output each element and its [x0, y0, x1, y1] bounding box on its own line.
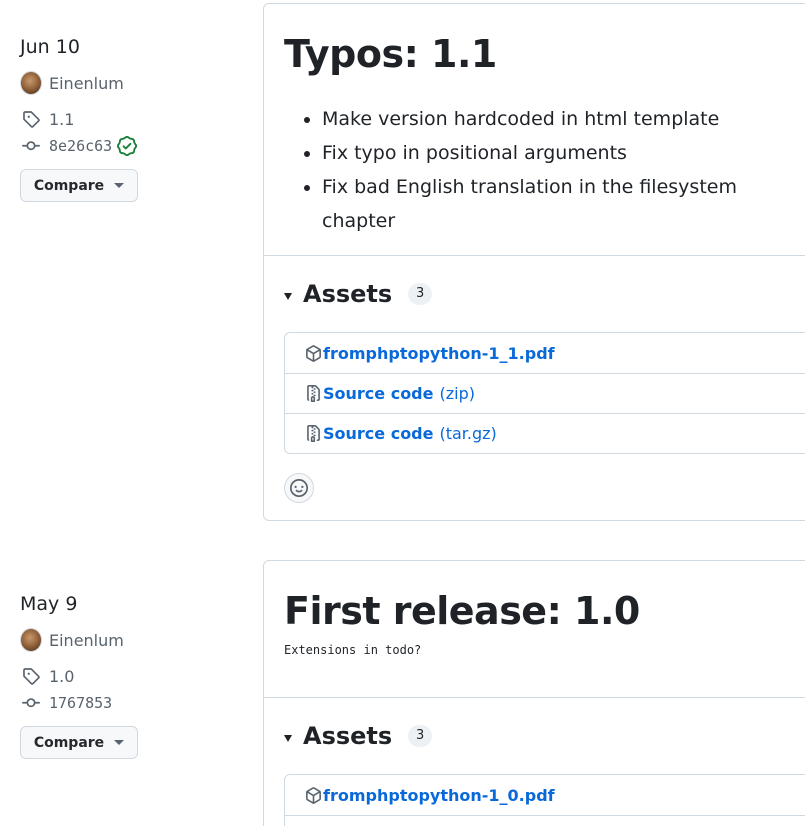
- compare-label: Compare: [33, 177, 105, 194]
- asset-list: fromphptopython-1_0.pdf: [284, 774, 805, 826]
- commit-hash[interactable]: 8e26c63: [49, 137, 112, 155]
- asset-link-zip[interactable]: Source code: [323, 384, 433, 403]
- author-link[interactable]: Einenlum: [20, 627, 240, 653]
- assets-toggle[interactable]: Assets 3: [284, 256, 802, 332]
- release-body: Typos: 1.1 Make version hardcoded in htm…: [264, 4, 805, 256]
- release-body: First release: 1.0 Extensions in todo?: [264, 561, 805, 698]
- list-item: Fix typo in positional arguments: [322, 136, 802, 170]
- asset-row: fromphptopython-1_0.pdf: [285, 775, 805, 815]
- assets-count-badge: 3: [408, 725, 433, 747]
- asset-link-pdf[interactable]: fromphptopython-1_0.pdf: [323, 786, 555, 805]
- triangle-down-icon: [284, 292, 292, 300]
- package-icon: [305, 786, 322, 804]
- tag-icon: [20, 108, 42, 130]
- package-icon: [305, 344, 322, 362]
- tag-name[interactable]: 1.0: [49, 667, 74, 686]
- author-link[interactable]: Einenlum: [20, 70, 240, 96]
- asset-row: Source code (zip): [285, 373, 805, 413]
- commit-icon: [20, 692, 42, 714]
- release-notes: Make version hardcoded in html template …: [284, 102, 802, 232]
- release-1-0: May 9 Einenlum 1.0 1767853 Compare First…: [0, 558, 805, 826]
- release-meta: May 9 Einenlum 1.0 1767853 Compare: [20, 591, 240, 759]
- caret-down-icon: [114, 740, 125, 745]
- verified-icon[interactable]: [117, 136, 138, 156]
- triangle-down-icon: [284, 734, 292, 742]
- asset-format[interactable]: (tar.gz): [439, 424, 496, 443]
- assets-toggle[interactable]: Assets 3: [284, 698, 802, 774]
- author-name[interactable]: Einenlum: [49, 631, 124, 650]
- file-zip-icon: [305, 425, 322, 442]
- tag-link[interactable]: 1.1: [20, 106, 240, 132]
- commit-hash[interactable]: 1767853: [49, 694, 112, 712]
- smiley-icon: [290, 479, 308, 497]
- asset-row: Source code (tar.gz): [285, 413, 805, 453]
- file-zip-icon: [305, 385, 322, 402]
- release-card: First release: 1.0 Extensions in todo? A…: [263, 560, 805, 826]
- avatar: [20, 71, 42, 95]
- release-title[interactable]: Typos: 1.1: [284, 4, 802, 78]
- assets-count-badge: 3: [408, 283, 433, 305]
- commit-link[interactable]: 1767853: [20, 690, 240, 716]
- asset-list: fromphptopython-1_1.pdf Source code (zip…: [284, 332, 805, 454]
- release-meta: Jun 10 Einenlum 1.1 8e26c63 Compare: [20, 34, 240, 202]
- asset-format[interactable]: (zip): [439, 384, 474, 403]
- tag-link[interactable]: 1.0: [20, 663, 240, 689]
- add-reaction-button[interactable]: [284, 473, 314, 503]
- list-item: Fix bad English translation in the files…: [322, 170, 802, 232]
- compare-button[interactable]: Compare: [20, 169, 138, 202]
- caret-down-icon: [114, 183, 125, 188]
- assets-section: Assets 3 fromphptopython-1_0.pdf: [264, 698, 805, 826]
- avatar: [20, 628, 42, 652]
- release-card: Typos: 1.1 Make version hardcoded in htm…: [263, 3, 805, 521]
- asset-row: fromphptopython-1_1.pdf: [285, 333, 805, 373]
- asset-link-pdf[interactable]: fromphptopython-1_1.pdf: [323, 344, 555, 363]
- release-title[interactable]: First release: 1.0: [284, 561, 802, 635]
- asset-link-targz[interactable]: Source code: [323, 424, 433, 443]
- release-1-1: Jun 10 Einenlum 1.1 8e26c63 Compare Typo…: [0, 0, 805, 540]
- assets-section: Assets 3 fromphptopython-1_1.pdf Source …: [264, 256, 805, 503]
- release-date: Jun 10: [20, 36, 80, 58]
- asset-row: [285, 815, 805, 826]
- author-name[interactable]: Einenlum: [49, 74, 124, 93]
- assets-heading: Assets: [303, 280, 393, 308]
- compare-button[interactable]: Compare: [20, 726, 138, 759]
- list-item: Make version hardcoded in html template: [322, 102, 802, 136]
- commit-icon: [20, 135, 42, 157]
- compare-label: Compare: [33, 734, 105, 751]
- release-description: Extensions in todo?: [284, 643, 422, 657]
- release-date: May 9: [20, 593, 78, 615]
- tag-icon: [20, 665, 42, 687]
- tag-name[interactable]: 1.1: [49, 110, 74, 129]
- assets-heading: Assets: [303, 722, 393, 750]
- commit-link[interactable]: 8e26c63: [20, 133, 240, 159]
